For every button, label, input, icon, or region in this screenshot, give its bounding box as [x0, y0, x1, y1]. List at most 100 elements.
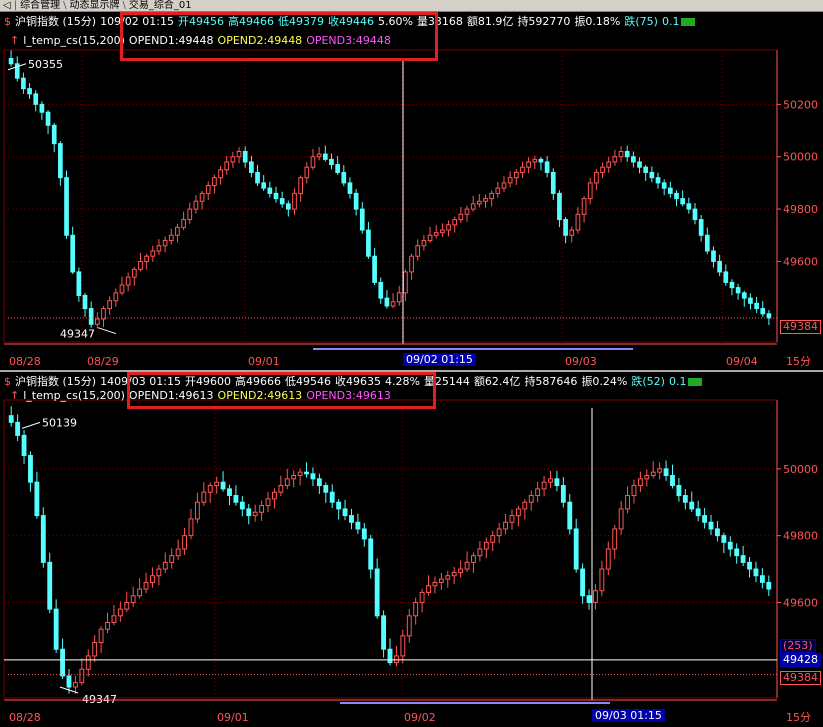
candle-up: [452, 219, 458, 226]
candle-up: [528, 495, 534, 503]
y-tick-label: 49600: [783, 596, 818, 609]
candle-up: [477, 548, 483, 557]
candle-down: [721, 535, 727, 543]
fall-count: 跌(75): [624, 15, 658, 28]
panel-header-indicator: ↑ l_temp_cs(15,200) OPEND1:49613 OPEND2:496…: [10, 388, 395, 403]
candle-up: [218, 169, 223, 179]
candle-up: [393, 655, 399, 664]
dollar-icon[interactable]: $: [4, 375, 11, 388]
candle-up: [631, 485, 637, 497]
tab-trade-overview[interactable]: 交易_综合_01: [126, 0, 195, 11]
candle-down: [649, 171, 655, 179]
candle-up: [446, 224, 451, 231]
candle-down: [310, 473, 316, 480]
candle-up: [415, 245, 421, 257]
candle-up: [644, 475, 650, 480]
tab-comprehensive-mgmt[interactable]: 综合管理: [17, 0, 63, 11]
candle-up: [476, 200, 482, 205]
candle-up: [205, 185, 211, 194]
indicator-name[interactable]: l_temp_cs(15,200): [23, 389, 125, 402]
candle-down: [560, 485, 566, 503]
candle-up: [419, 591, 425, 603]
annot-high-label: 50139: [42, 416, 77, 429]
candle-down: [304, 471, 309, 475]
candle-up: [224, 161, 230, 171]
candle-down: [227, 488, 232, 497]
hold-value: 持587646: [524, 375, 578, 388]
panel-header-indicator: ↑ l_temp_cs(15,200) OPEND1:49448 OPEND2:494…: [10, 33, 395, 48]
candle-up: [119, 284, 125, 294]
candle-down: [242, 150, 248, 163]
candle-up: [188, 518, 194, 537]
candle-down: [692, 208, 698, 221]
fall-pct: 0.1: [668, 375, 687, 388]
candle-up: [464, 208, 470, 215]
candle-down: [754, 302, 759, 310]
cursor-date-label: 09/03 01:15: [592, 709, 665, 722]
volume-value: 量25144: [423, 375, 470, 388]
candle-up: [92, 642, 98, 657]
date-label-0828: 08/28: [9, 355, 41, 368]
candle-up: [501, 182, 507, 189]
candle-down: [686, 203, 692, 210]
candle-down: [21, 434, 27, 456]
candle-up: [522, 501, 528, 510]
candle-down: [667, 187, 673, 194]
candle-down: [21, 77, 26, 90]
candle-down: [8, 415, 14, 423]
candle-up: [612, 528, 618, 550]
candle-up: [520, 166, 525, 173]
candle-up: [409, 255, 414, 273]
tab-nav-icon[interactable]: ◁: [0, 0, 14, 11]
candle-down: [680, 198, 686, 205]
candle-up: [503, 521, 508, 530]
chart-panel-top[interactable]: 50200 50000 49800 49600 50355 49347 $ 沪铜指数 (15…: [0, 12, 823, 372]
swing-value: 振0.18%: [574, 15, 621, 28]
candle-up: [259, 505, 265, 513]
indicator-name[interactable]: l_temp_cs(15,200): [23, 34, 125, 47]
dollar-icon[interactable]: $: [4, 15, 11, 28]
cursor-price-tag: 49428: [780, 653, 821, 667]
candle-down: [322, 153, 328, 160]
open-value: 开49600: [184, 375, 231, 388]
candle-up: [107, 300, 113, 310]
candle-up: [304, 166, 310, 179]
opend2-value: OPEND2:49613: [217, 389, 303, 402]
close-value: 收49446: [327, 15, 374, 28]
candle-down: [58, 143, 63, 179]
candle-down: [368, 538, 374, 570]
candle-down: [689, 501, 695, 510]
candle-up: [535, 488, 541, 497]
candle-down: [249, 161, 254, 173]
candle-up: [403, 271, 408, 294]
candle-up: [131, 268, 137, 278]
y-tick-label: 49600: [783, 255, 818, 268]
candle-down: [708, 521, 714, 530]
last-price-tag: 49384: [780, 671, 821, 685]
candle-up: [464, 561, 470, 570]
candle-up: [657, 468, 663, 473]
date-label-0901: 09/01: [217, 711, 249, 724]
candle-up: [593, 590, 598, 603]
bar-datetime: 09/02 01:15: [107, 15, 174, 28]
candle-down: [347, 182, 353, 194]
candle-down: [239, 501, 245, 510]
y-tick-label: 49800: [783, 530, 818, 543]
candlestick-chart-top[interactable]: 50200 50000 49800 49600 50355 49347: [0, 12, 823, 370]
opend1-value: OPEND1:49613: [128, 389, 214, 402]
candle-up: [427, 234, 433, 242]
bar-datetime: 09/03 01:15: [114, 375, 181, 388]
chart-panel-bottom[interactable]: 50000 49800 49600 50139 49347 $ 沪铜指数 (15分) 140…: [0, 372, 823, 727]
tab-dynamic-board[interactable]: 动态显示牌: [66, 0, 122, 11]
candle-down: [695, 508, 701, 517]
candle-up: [156, 245, 162, 252]
candle-up: [230, 156, 236, 163]
candle-down: [8, 58, 14, 65]
candle-up: [396, 292, 402, 303]
open-value: 开49456: [177, 15, 224, 28]
candle-down: [267, 187, 273, 194]
candle-up: [130, 595, 136, 603]
candle-up: [470, 203, 476, 210]
candle-up: [526, 161, 531, 168]
candlestick-chart-bottom[interactable]: 50000 49800 49600 50139 49347: [0, 372, 823, 727]
